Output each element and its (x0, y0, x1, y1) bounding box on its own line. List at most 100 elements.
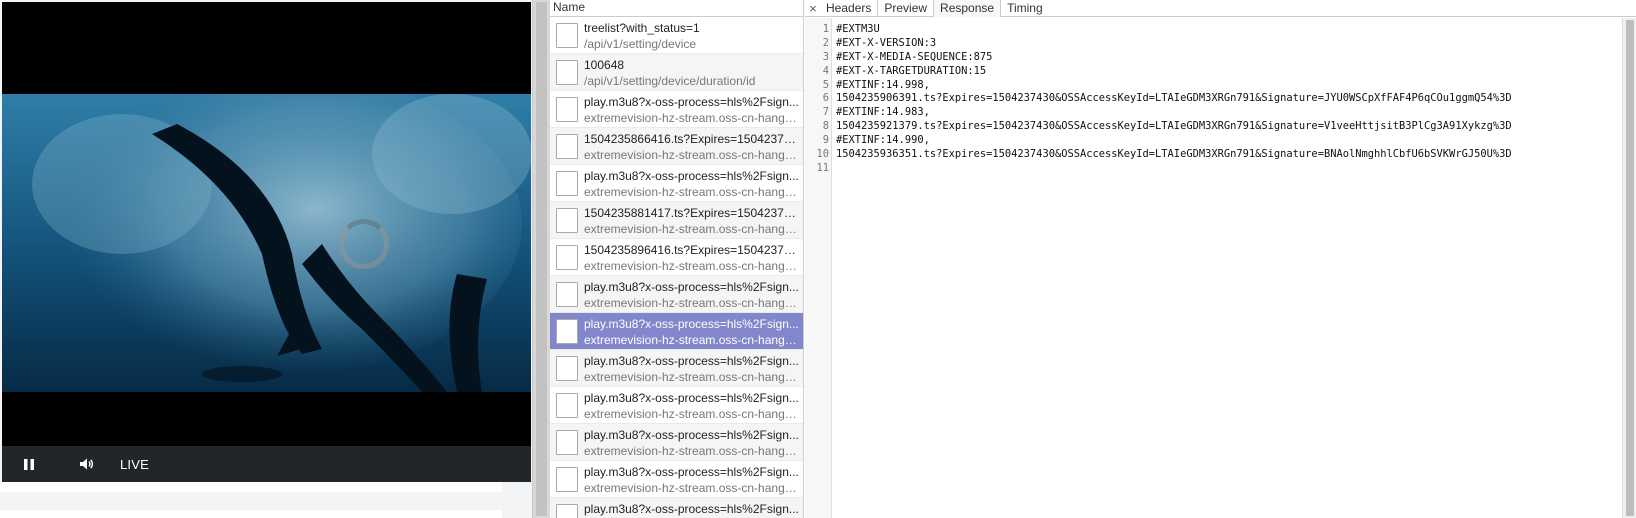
request-row[interactable]: 1504235896416.ts?Expires=150423743... ext… (550, 239, 803, 276)
line-number: 10 (816, 148, 829, 161)
request-name: play.m3u8?x-oss-process=hls%2Fsign... (584, 354, 799, 368)
code-line: 6 1504235906391.ts?Expires=1504237430&OSS… (823, 92, 1616, 106)
file-icon (556, 319, 578, 344)
file-icon (556, 430, 578, 455)
line-number: 7 (822, 106, 829, 119)
request-path: /api/v1/setting/device (584, 37, 697, 51)
file-icon (556, 97, 578, 122)
response-editor[interactable]: 1 #EXTM3U 2 #EXT-X-VERSION:3 3 #EXT-X-MEDIA-S… (805, 18, 1636, 518)
code-text: #EXTINF:14.998, (836, 78, 930, 91)
page-content-strip (0, 482, 502, 492)
request-row[interactable]: play.m3u8?x-oss-process=hls%2Fsign... ext… (550, 350, 803, 387)
file-icon (556, 134, 578, 159)
code-text: #EXTINF:14.983, (836, 106, 930, 119)
code-text: #EXT-X-VERSION:3 (836, 36, 937, 49)
loading-spinner-icon (339, 219, 389, 269)
code-line: 5 #EXTINF:14.998, (823, 78, 1616, 93)
request-path: extremevision-hz-stream.oss-cn-hangz... (584, 407, 800, 421)
line-number: 3 (822, 50, 829, 63)
file-icon (556, 282, 578, 307)
scrollbar-thumb[interactable] (536, 2, 547, 516)
request-name: play.m3u8?x-oss-process=hls%2Fsign... (584, 280, 799, 294)
request-name: 1504235881417.ts?Expires=150423743... (584, 206, 800, 220)
request-row[interactable]: play.m3u8?x-oss-process=hls%2Fsign... ext… (550, 313, 803, 350)
code-line: 7 #EXTINF:14.983, (823, 106, 1616, 120)
request-name: treelist?with_status=1 (584, 21, 700, 35)
request-name: play.m3u8?x-oss-process=hls%2Fsign... (584, 317, 799, 331)
file-icon (556, 208, 578, 233)
close-detail-icon[interactable]: × (806, 1, 820, 16)
request-row[interactable]: play.m3u8?x-oss-process=hls%2Fsign... ext… (550, 276, 803, 313)
scrollbar-thumb[interactable] (1626, 20, 1634, 516)
web-page-pane: LIVE (0, 0, 532, 518)
request-path: extremevision-hz-stream.oss-cn-hangz... (584, 296, 800, 310)
request-name: play.m3u8?x-oss-process=hls%2Fsign... (584, 391, 799, 405)
request-detail-panel: × Headers Preview Response Timing 1 #EXTM… (805, 0, 1636, 518)
video-frame[interactable] (2, 94, 531, 392)
code-line: 1 #EXTM3U (823, 23, 1616, 37)
pause-button[interactable] (18, 453, 40, 475)
request-name: 1504235896416.ts?Expires=150423743... (584, 243, 800, 257)
request-name: play.m3u8?x-oss-process=hls%2Fsign... (584, 502, 799, 516)
network-request-list: Name treelist?with_status=1/api/v1/setti… (550, 0, 804, 518)
request-row[interactable]: 100648/api/v1/setting/device/duration/id (550, 54, 803, 91)
line-number: 5 (822, 78, 829, 91)
line-number: 8 (822, 120, 829, 133)
request-row[interactable]: 1504235866416.ts?Expires=150423743... ext… (550, 128, 803, 165)
code-line: 11 (816, 162, 1616, 176)
volume-icon (80, 458, 94, 470)
tab-headers[interactable]: Headers (820, 0, 877, 17)
page-scrollbar[interactable] (532, 0, 550, 518)
request-row[interactable]: play.m3u8?x-oss-process=hls%2Fsign... ext… (550, 91, 803, 128)
request-path: extremevision-hz-stream.oss-cn-hangz... (584, 148, 800, 162)
detail-tab-bar: × Headers Preview Response Timing (805, 0, 1636, 17)
file-icon (556, 171, 578, 196)
request-row[interactable]: play.m3u8?x-oss-process=hls%2Fsign... ext… (550, 461, 803, 498)
file-icon (556, 60, 578, 85)
pause-icon (24, 458, 34, 470)
code-line: 2 #EXT-X-VERSION:3 (823, 36, 1616, 51)
request-row[interactable]: play.m3u8?x-oss-process=hls%2Fsign... ext… (550, 165, 803, 202)
code-line: 8 1504235921379.ts?Expires=1504237430&OSS… (823, 120, 1616, 134)
request-path: extremevision-hz-stream.oss-cn-hangz... (584, 444, 800, 458)
code-text: #EXTM3U (836, 23, 880, 35)
request-row[interactable]: play.m3u8?x-oss-process=hls%2Fsign... ext… (550, 387, 803, 424)
request-path: extremevision-hz-stream.oss-cn-hangz... (584, 259, 800, 273)
request-path: extremevision-hz-stream.oss-cn-hangz... (584, 185, 800, 199)
line-number: 2 (822, 36, 829, 49)
code-text: #EXT-X-MEDIA-SEQUENCE:875 (836, 50, 993, 63)
request-path: extremevision-hz-stream.oss-cn-hangz... (584, 481, 800, 495)
line-number: 11 (816, 161, 829, 174)
code-text: 1504235936351.ts?Expires=1504237430&OSSA… (836, 148, 1512, 161)
response-code[interactable]: 1 #EXTM3U 2 #EXT-X-VERSION:3 3 #EXT-X-MEDIA-S… (816, 23, 1616, 176)
request-row[interactable]: 1504235881417.ts?Expires=150423743... ext… (550, 202, 803, 239)
file-icon (556, 356, 578, 381)
live-indicator: LIVE (120, 456, 149, 472)
request-name: 100648 (584, 58, 625, 72)
devtools-screen: LIVE Name treelist?with_status=1/api/v1/… (0, 0, 1636, 518)
code-text: #EXT-X-TARGETDURATION:15 (836, 64, 987, 77)
volume-button[interactable] (76, 453, 98, 475)
request-row[interactable]: play.m3u8?x-oss-process=hls%2Fsign... ext… (550, 424, 803, 461)
video-frame-image (2, 94, 531, 392)
video-player[interactable]: LIVE (2, 2, 531, 482)
code-text: 1504235921379.ts?Expires=1504237430&OSSA… (836, 120, 1512, 133)
tab-preview[interactable]: Preview (877, 0, 933, 17)
player-controls: LIVE (2, 446, 531, 482)
file-icon (556, 393, 578, 418)
code-line: 10 1504235936351.ts?Expires=1504237430&OS… (816, 148, 1616, 162)
request-name: play.m3u8?x-oss-process=hls%2Fsign... (584, 169, 799, 183)
request-path: extremevision-hz-stream.oss-cn-hangz... (584, 222, 800, 236)
tab-timing[interactable]: Timing (1000, 0, 1049, 17)
request-row[interactable]: play.m3u8?x-oss-process=hls%2Fsign... (550, 498, 803, 518)
response-scrollbar[interactable] (1622, 18, 1636, 518)
request-rows: treelist?with_status=1/api/v1/setting/de… (550, 17, 803, 518)
name-column-header[interactable]: Name (550, 0, 803, 17)
file-icon (556, 504, 578, 518)
line-number: 9 (822, 134, 829, 147)
page-content-strip (0, 510, 502, 518)
request-row[interactable]: treelist?with_status=1/api/v1/setting/de… (550, 17, 803, 54)
file-icon (556, 245, 578, 270)
code-line: 3 #EXT-X-MEDIA-SEQUENCE:875 (823, 50, 1616, 65)
tab-response[interactable]: Response (933, 0, 1001, 17)
